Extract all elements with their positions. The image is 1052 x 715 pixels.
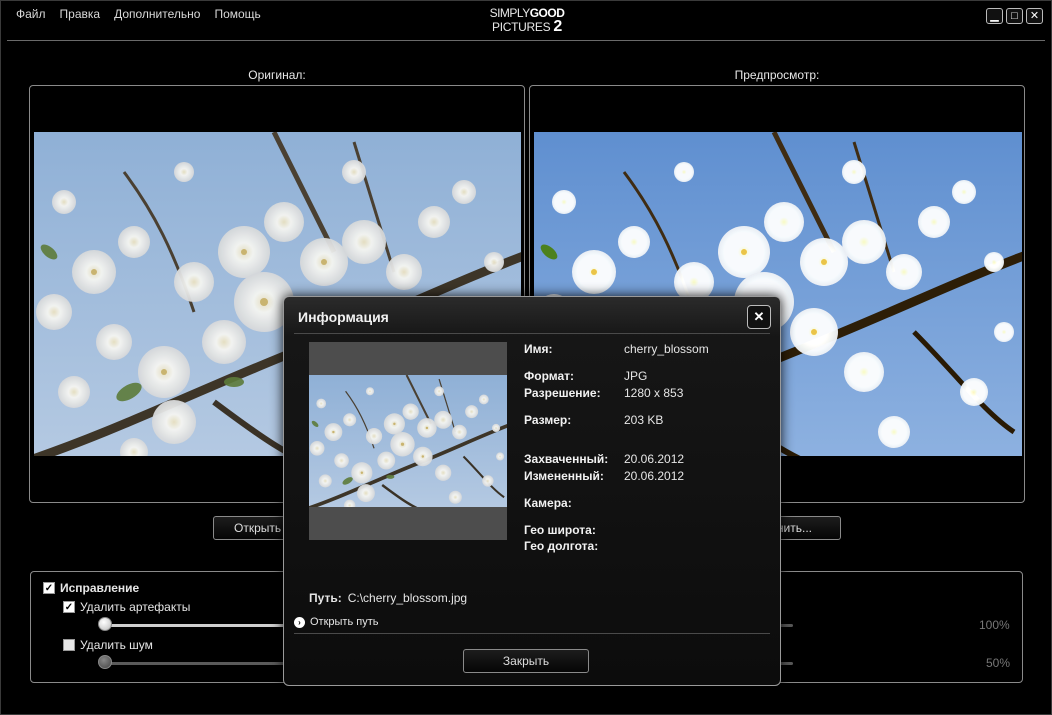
path-label: Путь: bbox=[309, 591, 342, 605]
captured-label: Захваченный: bbox=[524, 452, 609, 466]
dialog-close-button[interactable]: ✕ bbox=[747, 305, 771, 329]
save-button-label: нить... bbox=[776, 521, 812, 535]
modified-value: 20.06.2012 bbox=[624, 469, 685, 483]
correction-toggle[interactable]: ✓ Исправление bbox=[43, 581, 139, 595]
remove-noise-toggle[interactable]: Удалить шум bbox=[63, 638, 153, 652]
open-button-label: Открыть bbox=[234, 521, 282, 535]
dialog-header-separator bbox=[294, 333, 770, 334]
original-label: Оригинал: bbox=[248, 68, 306, 82]
arrow-right-circle-icon: › bbox=[294, 616, 305, 628]
remove-noise-label: Удалить шум bbox=[80, 638, 153, 652]
dialog-close-label: Закрыть bbox=[502, 654, 550, 668]
path-row: Путь: C:\cherry_blossom.jpg bbox=[309, 591, 467, 605]
maximize-button[interactable]: □ bbox=[1006, 8, 1023, 24]
noise-slider-track-end[interactable] bbox=[779, 662, 793, 665]
dialog-close-action-button[interactable]: Закрыть bbox=[463, 649, 589, 673]
menu-bar: Файл Правка Дополнительно Помощь SIMPLYG… bbox=[1, 1, 1051, 41]
close-icon: ✕ bbox=[1029, 9, 1040, 22]
size-label: Размер: bbox=[524, 413, 572, 427]
name-value: cherry_blossom bbox=[624, 342, 709, 356]
artifacts-percent: 100% bbox=[979, 618, 1010, 632]
artifacts-slider-handle[interactable] bbox=[98, 617, 112, 631]
preview-label: Предпросмотр: bbox=[734, 68, 820, 82]
main-menu: Файл Правка Дополнительно Помощь bbox=[9, 7, 268, 21]
format-label: Формат: bbox=[524, 369, 575, 383]
app-logo: SIMPLYGOOD PICTURES 2 bbox=[489, 7, 565, 37]
logo-word-simply: SIMPLY bbox=[489, 6, 531, 20]
size-value: 203 KB bbox=[624, 413, 664, 427]
captured-value: 20.06.2012 bbox=[624, 452, 685, 466]
open-path-link[interactable]: › Открыть путь bbox=[294, 616, 378, 628]
geo-latitude-label: Гео широта: bbox=[524, 523, 596, 537]
info-dialog: Информация ✕ Имя: cherry_blossom Формат:… bbox=[283, 296, 781, 686]
app-window: Файл Правка Дополнительно Помощь SIMPLYG… bbox=[0, 0, 1052, 715]
check-icon[interactable]: ✓ bbox=[43, 582, 55, 594]
open-button[interactable]: Открыть bbox=[213, 516, 293, 540]
minimize-button[interactable]: ▁ bbox=[986, 8, 1003, 24]
resolution-label: Разрешение: bbox=[524, 386, 601, 400]
title-separator bbox=[7, 40, 1045, 41]
format-value: JPG bbox=[624, 369, 648, 383]
modified-label: Измененный: bbox=[524, 469, 604, 483]
remove-artifacts-toggle[interactable]: ✓ Удалить артефакты bbox=[63, 600, 190, 614]
maximize-icon: □ bbox=[1011, 9, 1018, 22]
minimize-icon: ▁ bbox=[990, 9, 999, 22]
resolution-value: 1280 x 853 bbox=[624, 386, 684, 400]
open-path-label: Открыть путь bbox=[310, 616, 379, 628]
close-icon: ✕ bbox=[753, 309, 765, 324]
geo-longitude-label: Гео долгота: bbox=[524, 539, 599, 553]
logo-number: 2 bbox=[553, 18, 562, 35]
thumbnail-frame bbox=[309, 342, 507, 540]
logo-word-pictures: PICTURES bbox=[492, 20, 551, 34]
menu-file[interactable]: Файл bbox=[9, 7, 53, 21]
dialog-footer-separator bbox=[294, 633, 770, 634]
correction-title: Исправление bbox=[60, 581, 140, 595]
path-value: C:\cherry_blossom.jpg bbox=[347, 591, 468, 605]
close-window-button[interactable]: ✕ bbox=[1026, 8, 1043, 24]
thumbnail-image bbox=[309, 375, 507, 507]
dialog-title: Информация bbox=[298, 309, 389, 325]
name-label: Имя: bbox=[524, 342, 553, 356]
noise-slider-track[interactable] bbox=[99, 662, 299, 665]
camera-label: Камера: bbox=[524, 496, 572, 510]
checkbox-icon[interactable] bbox=[63, 639, 75, 651]
menu-edit[interactable]: Правка bbox=[53, 7, 108, 21]
check-icon[interactable]: ✓ bbox=[63, 601, 75, 613]
menu-help[interactable]: Помощь bbox=[207, 7, 267, 21]
noise-slider-handle[interactable] bbox=[98, 655, 112, 669]
artifacts-slider-track[interactable] bbox=[99, 624, 299, 627]
window-controls: ▁ □ ✕ bbox=[986, 8, 1043, 24]
remove-artifacts-label: Удалить артефакты bbox=[80, 600, 191, 614]
menu-extra[interactable]: Дополнительно bbox=[107, 7, 207, 21]
artifacts-slider-track-end[interactable] bbox=[779, 624, 793, 627]
noise-percent: 50% bbox=[986, 656, 1011, 670]
